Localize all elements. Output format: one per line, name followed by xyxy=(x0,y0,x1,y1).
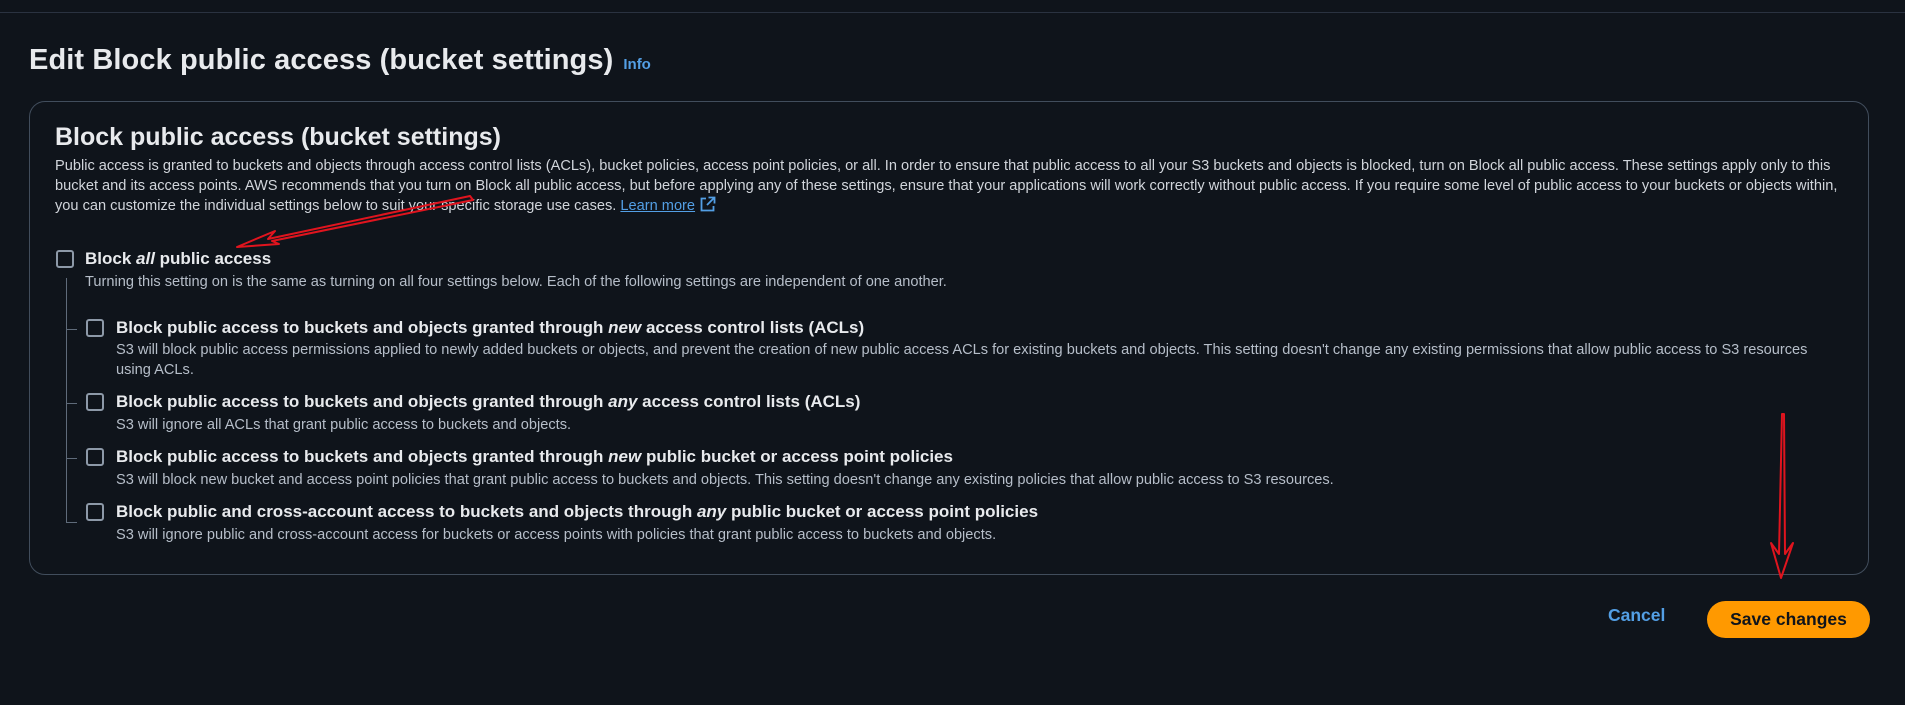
tree-tick xyxy=(66,522,77,523)
block-all-checkbox[interactable] xyxy=(56,250,74,268)
option-label-pre: Block public access to buckets and objec… xyxy=(116,447,609,466)
option-label-pre: Block public access to buckets and objec… xyxy=(116,392,609,411)
tree-tick xyxy=(66,458,77,459)
tree-tick xyxy=(66,403,77,404)
edit-block-public-access-page: Edit Block public access (bucket setting… xyxy=(0,0,1905,705)
option-label-post: access control lists (ACLs) xyxy=(641,318,865,337)
block-new-policies-label: Block public access to buckets and objec… xyxy=(116,447,953,467)
block-any-policies-description: S3 will ignore public and cross-account … xyxy=(116,527,997,543)
external-link-icon[interactable] xyxy=(699,196,716,213)
option-label-post: public bucket or access point policies xyxy=(641,447,953,466)
option-label-em: new xyxy=(608,318,642,337)
block-public-access-panel: Block public access (bucket settings) Pu… xyxy=(29,101,1869,575)
block-new-acls-description: S3 will block public access permissions … xyxy=(116,342,1808,378)
tree-connector xyxy=(66,278,67,523)
block-any-acls-checkbox[interactable] xyxy=(86,393,104,411)
section-description-text: Public access is granted to buckets and … xyxy=(55,158,1838,214)
block-new-acls-label: Block public access to buckets and objec… xyxy=(116,318,864,338)
option-label-em: new xyxy=(608,447,642,466)
block-new-policies-checkbox[interactable] xyxy=(86,448,104,466)
block-any-policies-checkbox[interactable] xyxy=(86,503,104,521)
option-label-post: access control lists (ACLs) xyxy=(637,392,861,411)
section-description: Public access is granted to buckets and … xyxy=(55,156,1845,216)
block-any-acls-description: S3 will ignore all ACLs that grant publi… xyxy=(116,417,572,433)
option-label-pre: Block public access to buckets and objec… xyxy=(116,318,609,337)
block-new-policies-description: S3 will block new bucket and access poin… xyxy=(116,472,1334,488)
info-link[interactable]: Info xyxy=(623,56,651,73)
block-all-label-post: public access xyxy=(154,249,272,268)
block-all-label-pre: Block xyxy=(85,249,137,268)
page-header: Edit Block public access (bucket setting… xyxy=(29,44,651,77)
page-title: Edit Block public access (bucket setting… xyxy=(29,44,614,76)
block-all-label-em: all xyxy=(136,249,155,268)
learn-more-link[interactable]: Learn more xyxy=(620,198,695,214)
block-any-acls-label: Block public access to buckets and objec… xyxy=(116,392,860,412)
tree-tick xyxy=(66,329,77,330)
top-divider xyxy=(0,12,1905,13)
block-any-policies-label: Block public and cross-account access to… xyxy=(116,502,1038,522)
option-label-post: public bucket or access point policies xyxy=(726,502,1039,521)
option-label-em: any xyxy=(608,392,638,411)
save-changes-button[interactable]: Save changes xyxy=(1707,601,1870,638)
block-all-description: Turning this setting on is the same as t… xyxy=(85,274,947,290)
cancel-button[interactable]: Cancel xyxy=(1608,605,1665,626)
block-all-label: Block all public access xyxy=(85,249,271,269)
section-title: Block public access (bucket settings) xyxy=(55,123,501,151)
block-new-acls-checkbox[interactable] xyxy=(86,319,104,337)
option-label-pre: Block public and cross-account access to… xyxy=(116,502,697,521)
option-label-em: any xyxy=(696,502,727,521)
